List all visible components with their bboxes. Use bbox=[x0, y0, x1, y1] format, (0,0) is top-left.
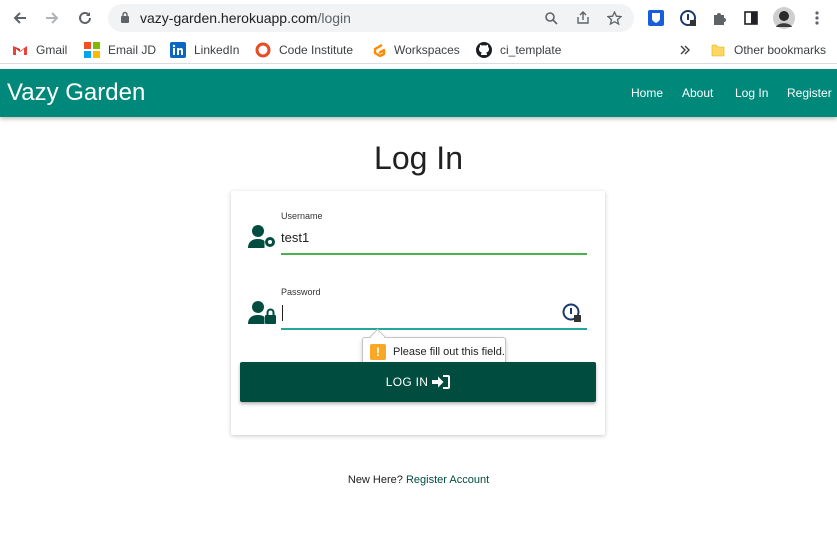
bookmarks-bar: Gmail Email JD LinkedIn Code Institute W… bbox=[0, 36, 837, 64]
warning-icon: ! bbox=[370, 344, 386, 360]
bookmark-ci-template[interactable]: ci_template bbox=[476, 41, 561, 59]
password-input[interactable] bbox=[281, 300, 556, 326]
username-input[interactable]: test1 bbox=[281, 230, 309, 245]
bookmark-label: ci_template bbox=[500, 43, 562, 57]
github-icon bbox=[476, 42, 492, 58]
user-lock-icon bbox=[248, 301, 276, 324]
bitwarden-extension-icon[interactable] bbox=[644, 6, 668, 30]
password-label: Password bbox=[281, 287, 321, 297]
bookmark-workspaces[interactable]: Workspaces bbox=[370, 41, 460, 59]
username-underline bbox=[281, 253, 587, 255]
bookmark-email-jd[interactable]: Email JD bbox=[84, 41, 156, 59]
bookmark-code-institute[interactable]: Code Institute bbox=[255, 41, 353, 59]
gitpod-icon bbox=[373, 43, 386, 58]
nav-link-register[interactable]: Register bbox=[787, 86, 832, 100]
password-manager-icon[interactable] bbox=[562, 303, 582, 323]
url-text: vazy-garden.herokuapp.com/login bbox=[140, 10, 351, 26]
password-manager-extension-icon[interactable] bbox=[676, 6, 700, 30]
back-arrow-icon[interactable] bbox=[8, 6, 32, 30]
nav-link-login[interactable]: Log In bbox=[735, 86, 768, 100]
bookmark-label: Gmail bbox=[36, 43, 68, 57]
bookmark-label: Code Institute bbox=[279, 43, 354, 57]
side-panel-icon[interactable] bbox=[739, 6, 763, 30]
profile-avatar[interactable] bbox=[772, 6, 796, 30]
register-prompt-text: New Here? bbox=[347, 474, 403, 486]
bookmark-linkedin[interactable]: LinkedIn bbox=[170, 41, 239, 59]
nav-link-home[interactable]: Home bbox=[631, 86, 663, 100]
login-button-label: LOG IN bbox=[385, 375, 429, 389]
validation-message: Please fill out this field. bbox=[393, 346, 505, 358]
bookmarks-overflow-icon[interactable] bbox=[679, 41, 691, 59]
user-gear-icon bbox=[248, 225, 275, 248]
bookmark-label: Email JD bbox=[108, 43, 157, 57]
browser-toolbar: vazy-garden.herokuapp.com/login bbox=[0, 0, 837, 36]
bookmark-gmail[interactable]: Gmail bbox=[12, 41, 67, 59]
other-bookmarks-folder[interactable]: Other bookmarks bbox=[710, 41, 826, 59]
gmail-icon bbox=[13, 46, 27, 55]
nav-link-about[interactable]: About bbox=[682, 86, 713, 100]
login-button[interactable]: LOG IN bbox=[240, 362, 596, 402]
password-underline bbox=[281, 328, 587, 330]
reload-icon[interactable] bbox=[73, 6, 97, 30]
username-label: Username bbox=[281, 211, 323, 221]
bookmark-label: Workspaces bbox=[394, 43, 460, 57]
forward-arrow-icon[interactable] bbox=[40, 6, 64, 30]
text-caret bbox=[282, 305, 283, 321]
bookmark-label: Other bookmarks bbox=[734, 43, 827, 57]
star-icon[interactable] bbox=[605, 9, 623, 27]
code-institute-icon bbox=[255, 42, 271, 58]
kebab-menu-icon[interactable] bbox=[805, 6, 829, 30]
address-bar[interactable]: vazy-garden.herokuapp.com/login bbox=[108, 4, 634, 32]
puzzle-extensions-icon[interactable] bbox=[707, 6, 731, 30]
lock-icon bbox=[121, 11, 129, 23]
bookmark-label: LinkedIn bbox=[194, 43, 240, 57]
register-account-link[interactable]: Register Account bbox=[406, 474, 489, 486]
page-title: Log In bbox=[374, 140, 463, 176]
linkedin-icon bbox=[170, 42, 186, 58]
brand-logo[interactable]: Vazy Garden bbox=[7, 79, 145, 107]
sign-in-icon bbox=[432, 375, 451, 389]
site-navbar: Vazy Garden Home About Log In Register bbox=[0, 69, 837, 117]
zoom-icon[interactable] bbox=[542, 9, 560, 27]
folder-icon bbox=[711, 44, 725, 57]
register-prompt: New Here? Register Account bbox=[0, 474, 837, 486]
microsoft-icon bbox=[84, 42, 100, 58]
share-icon[interactable] bbox=[574, 9, 592, 27]
